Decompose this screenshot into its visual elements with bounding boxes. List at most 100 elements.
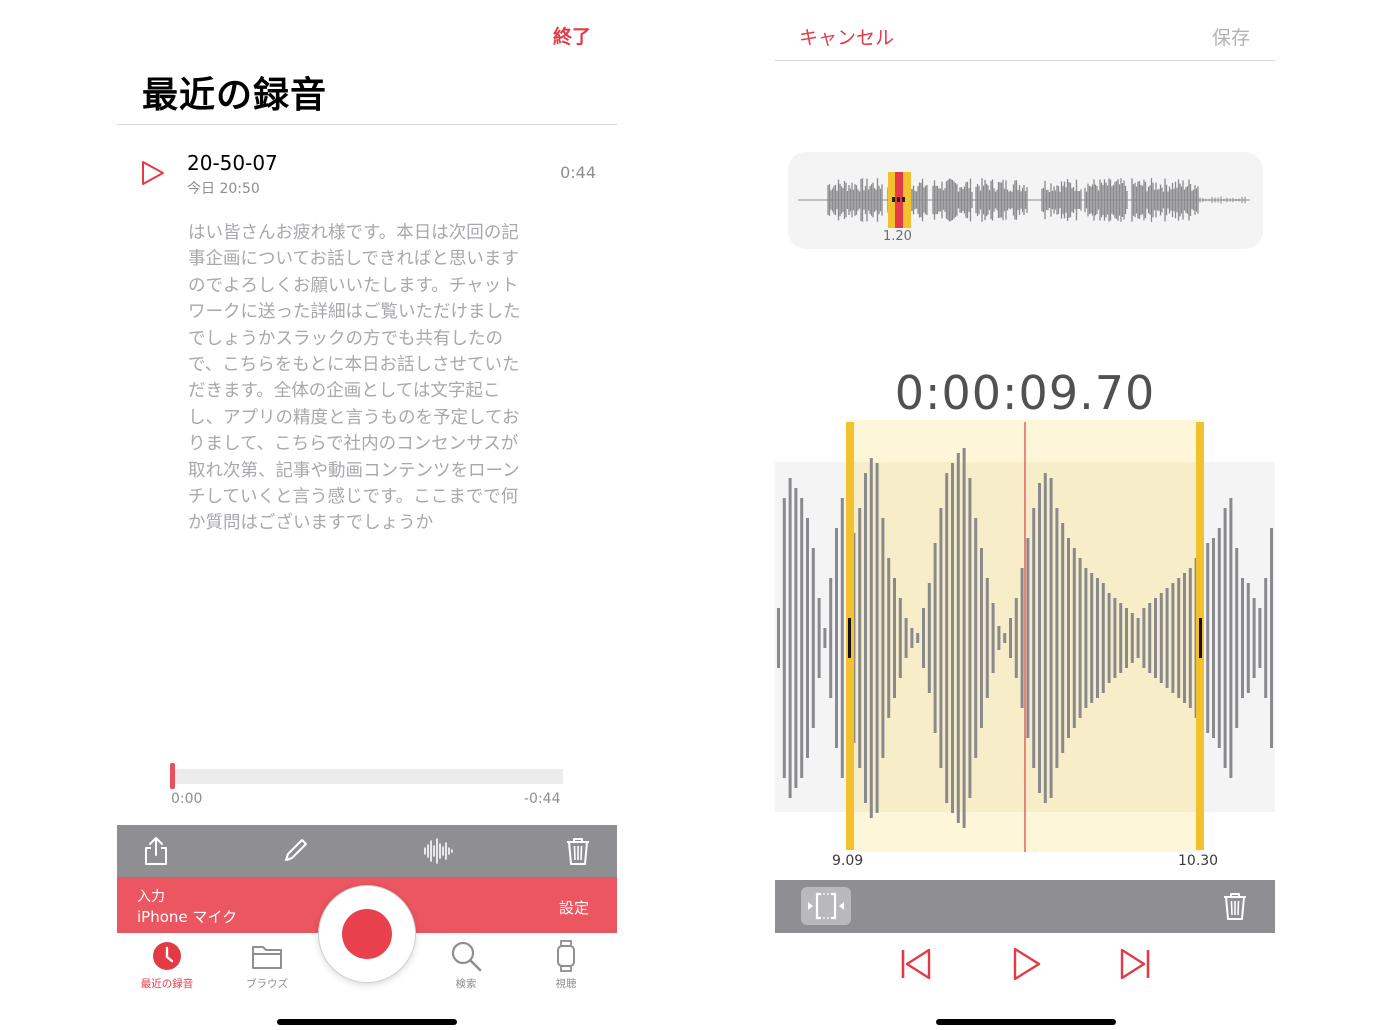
waveform-bar: [1043, 473, 1047, 803]
waveform-bar: [910, 628, 914, 648]
handle-grip: [1199, 618, 1202, 658]
waveform-bar: [893, 578, 896, 698]
skip-back-icon[interactable]: [896, 944, 936, 984]
trim-button[interactable]: [801, 887, 851, 925]
waveform-bar: [887, 558, 891, 718]
edit-toolbar: [117, 825, 617, 877]
waveform-bar: [1113, 598, 1117, 678]
trim-icon: [808, 892, 844, 920]
waveform-bar: [1107, 593, 1111, 683]
tab-browse[interactable]: ブラウズ: [232, 939, 302, 991]
waveform-bar: [1090, 573, 1094, 703]
overview-time: 1.20: [883, 229, 912, 244]
waveform-bar: [1148, 603, 1152, 673]
waveform-bar: [1246, 583, 1250, 693]
waveform-overview[interactable]: [788, 152, 1263, 249]
waveform-bar: [829, 578, 833, 698]
playhead[interactable]: [170, 763, 175, 789]
selection-start-time: 9.09: [832, 853, 864, 869]
trash-icon[interactable]: [1219, 890, 1251, 922]
handle-grip: [848, 618, 851, 658]
done-button[interactable]: 終了: [553, 22, 591, 49]
transcript-text: はい皆さんお疲れ様です。本日は次回の記 事企画についてお話しできればと思います ので…: [188, 220, 558, 537]
waveform-bar: [864, 473, 867, 803]
waveform-bar: [1067, 538, 1070, 738]
tab-recent[interactable]: 最近の録音: [132, 939, 202, 991]
waveform-bar: [985, 578, 989, 698]
share-icon[interactable]: [140, 835, 172, 867]
divider: [775, 60, 1275, 61]
waveform-bar: [1026, 538, 1030, 738]
waveform-bar: [1252, 598, 1256, 678]
waveform-bar: [806, 518, 809, 758]
tab-label: 視聴: [555, 978, 577, 990]
tab-search[interactable]: 検索: [431, 939, 501, 991]
play-icon[interactable]: [1006, 944, 1046, 984]
waveform-bar: [777, 608, 780, 668]
waveform-bar: [1159, 593, 1163, 683]
waveform-bar: [904, 618, 908, 658]
tab-watch[interactable]: 視聴: [531, 939, 601, 991]
watch-icon: [557, 940, 575, 972]
waveform-bar: [951, 463, 954, 813]
recording-name[interactable]: 20-50-07: [187, 151, 278, 175]
transcript-line: りまして、こちらで社内のコンセンサスが: [188, 434, 519, 455]
waveform-bar: [1078, 558, 1082, 718]
record-button[interactable]: [319, 886, 415, 982]
page-title: 最近の録音: [142, 75, 328, 116]
play-icon[interactable]: [139, 158, 167, 188]
waveform-bar: [1020, 568, 1024, 708]
transcript-line: し、アプリの精度と言うものを予定してお: [188, 407, 520, 428]
trash-icon[interactable]: [562, 835, 594, 867]
tab-label: 検索: [455, 978, 477, 990]
waveform-icon[interactable]: [422, 835, 454, 867]
waveform-bar: [835, 528, 838, 748]
transcript-line: 事企画についてお話しできればと思います: [188, 249, 519, 270]
waveform-bar: [1223, 508, 1227, 768]
waveform-bar: [1264, 578, 1268, 698]
waveform-bar: [1038, 483, 1041, 793]
settings-button[interactable]: 設定: [559, 897, 589, 918]
waveform-bar: [1136, 618, 1140, 658]
cancel-button[interactable]: キャンセル: [799, 23, 894, 50]
transcript-line: でしょうかスラックの方でも共有したの: [188, 328, 503, 349]
waveform-bar: [1217, 528, 1221, 748]
waveform-bar: [968, 478, 972, 798]
waveform-bar: [1270, 528, 1273, 748]
skip-forward-icon[interactable]: [1115, 944, 1155, 984]
waveform-bar: [974, 518, 978, 758]
waveform-bar: [800, 498, 804, 778]
waveform-bar: [1014, 598, 1018, 678]
waveform-bar: [1084, 568, 1088, 708]
waveform-bar: [1241, 578, 1244, 698]
transcript-line: 取れ次第、記事や動画コンテンツをローン: [188, 460, 520, 481]
waveform-bar: [811, 548, 815, 728]
waveform-bar: [869, 458, 873, 818]
trim-editor-screen: キャンセル 保存 1.20 0:00:09.70 9.09 10.30: [775, 0, 1275, 1030]
input-label: 入力: [137, 889, 165, 905]
home-indicator: [936, 1019, 1116, 1025]
pencil-icon[interactable]: [279, 835, 311, 867]
waveform-bar: [1119, 603, 1123, 673]
waveform-bar: [1212, 538, 1215, 738]
waveform-bar: [898, 598, 902, 678]
overview-waveform: [798, 172, 1250, 228]
waveform-bar: [1235, 548, 1239, 728]
waveform-bar: [1165, 588, 1169, 688]
transcript-line: のでよろしくお願いいたします。チャット: [188, 275, 519, 296]
transcript-line: だきます。全体の企画としては文字起こ: [188, 381, 501, 402]
record-dot: [342, 909, 392, 959]
save-button[interactable]: 保存: [1212, 23, 1250, 50]
waveform-bar: [916, 633, 920, 643]
waveform-bar: [1003, 633, 1007, 643]
waveform-bar: [1101, 583, 1105, 693]
detail-waveform[interactable]: [775, 420, 1275, 860]
waveform-bar: [1206, 543, 1210, 733]
transcript-line: で、こちらをもとに本日お話しさせていた: [188, 355, 520, 376]
recording-duration: 0:44: [560, 163, 596, 182]
recordings-list-screen: 終了 最近の録音 20-50-07 今日 20:50 0:44 はい皆さんお疲れ…: [117, 0, 617, 1030]
overview-marker: [897, 197, 900, 202]
recording-date: 今日 20:50: [187, 181, 260, 197]
playback-scrubber[interactable]: [172, 769, 563, 784]
waveform-bar: [794, 488, 798, 788]
